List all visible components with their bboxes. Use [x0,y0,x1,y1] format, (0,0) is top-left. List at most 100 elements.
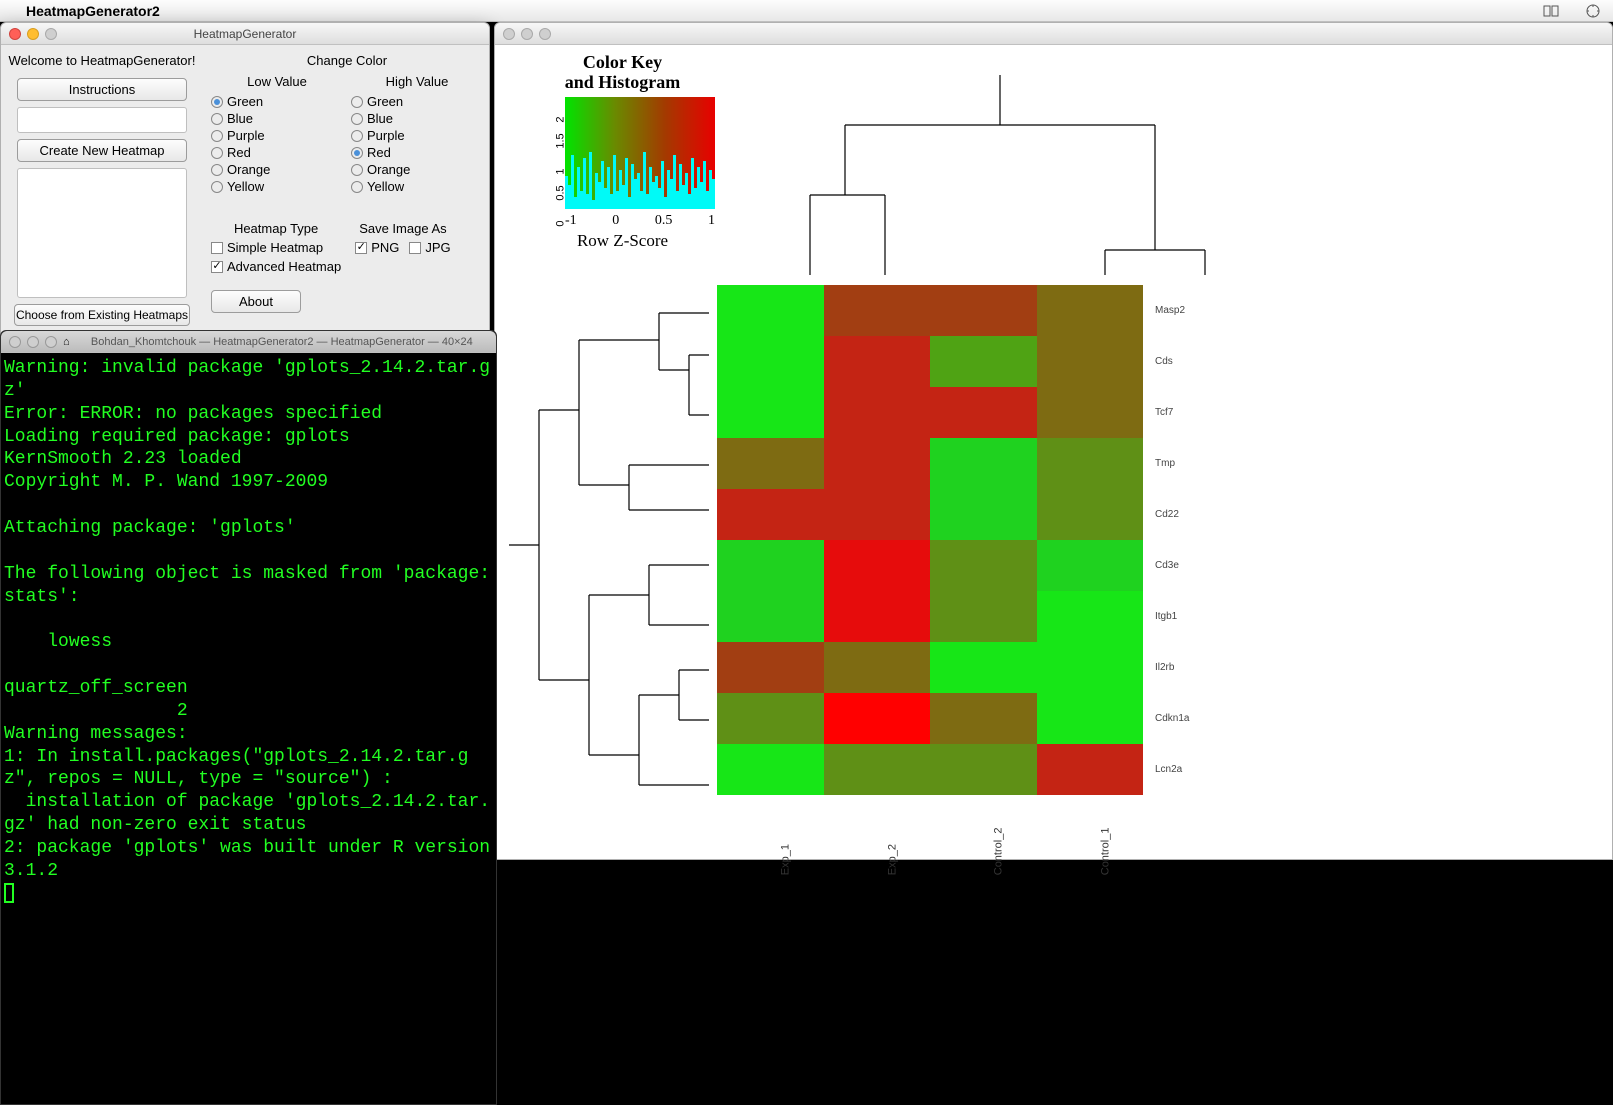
plot-minimize-icon[interactable] [521,28,533,40]
colorkey-xtick: 0 [612,213,619,229]
heatmap-cell [824,438,931,489]
high-green-label: Green [367,94,403,109]
heatmap-cell [824,336,931,387]
heatmap-list[interactable] [17,168,187,298]
heatmap-col-label: Exp_2 [856,769,898,876]
heatmap-row-label: Itgb1 [1151,591,1189,642]
heatmap-cell [717,387,824,438]
terminal-output[interactable]: Warning: invalid package 'gplots_2.14.2.… [1,353,496,915]
high-red-label: Red [367,145,391,160]
tray-icon-1[interactable] [1543,3,1559,19]
low-yellow-radio[interactable]: Yellow [211,178,343,195]
radio-icon [351,130,363,142]
radio-icon [351,147,363,159]
filename-input[interactable] [17,107,187,133]
heatmap-cell [717,438,824,489]
high-purple-label: Purple [367,128,405,143]
save-as-group: Save Image As PNG JPG [355,221,450,274]
color-key: Color Key and Histogram Count 21.510.50 … [525,53,720,251]
heatmap-cell [824,591,931,642]
low-blue-radio[interactable]: Blue [211,110,343,127]
heatmap-cell [930,642,1037,693]
high-yellow-radio[interactable]: Yellow [351,178,483,195]
high-orange-radio[interactable]: Orange [351,161,483,178]
low-yellow-label: Yellow [227,179,264,194]
tray-icon-2[interactable] [1585,3,1601,19]
heatmap-row-label: Cd22 [1151,489,1189,540]
plot-close-icon[interactable] [503,28,515,40]
term-zoom-icon[interactable] [45,336,57,348]
heatmap-cell [930,438,1037,489]
welcome-label: Welcome to HeatmapGenerator! [9,53,196,68]
heatmap-cell [930,540,1037,591]
heatmap-cell [930,387,1037,438]
high-green-radio[interactable]: Green [351,93,483,110]
instructions-button[interactable]: Instructions [17,78,187,101]
high-red-radio[interactable]: Red [351,144,483,161]
heatmap-cell [824,387,931,438]
radio-icon [211,130,223,142]
heatmap-cell [1037,285,1144,336]
terminal-title: Bohdan_Khomtchouk — HeatmapGenerator2 — … [76,336,488,348]
minimize-icon[interactable] [27,28,39,40]
plot-area: Color Key and Histogram Count 21.510.50 … [495,45,1612,859]
radio-icon [351,113,363,125]
plot-titlebar[interactable] [495,23,1612,45]
window-titlebar[interactable]: HeatmapGenerator [1,23,489,45]
terminal-titlebar[interactable]: ⌂ Bohdan_Khomtchouk — HeatmapGenerator2 … [1,331,496,353]
column-dendrogram [785,75,1215,275]
heatmap-cell [930,693,1037,744]
heatmap-row-label: Tmp [1151,438,1189,489]
advanced-heatmap-label: Advanced Heatmap [227,259,341,274]
heatmap-cell [1037,693,1144,744]
png-label: PNG [371,240,399,255]
low-red-radio[interactable]: Red [211,144,343,161]
low-purple-radio[interactable]: Purple [211,127,343,144]
choose-existing-button[interactable]: Choose from Existing Heatmaps [14,304,190,326]
term-minimize-icon[interactable] [27,336,39,348]
heatmap-col-label: Control_1 [1069,769,1111,876]
heatmap-cell [717,591,824,642]
png-checkbox[interactable]: PNG [355,240,399,255]
high-yellow-label: Yellow [367,179,404,194]
active-app-name[interactable]: HeatmapGenerator2 [26,3,160,19]
simple-heatmap-label: Simple Heatmap [227,240,323,255]
heatmap-row-label: Tcf7 [1151,387,1189,438]
heatmap-cell [1037,336,1144,387]
heatmap-cell [1037,540,1144,591]
heatmap-cell [717,693,824,744]
heatmap-row-label: Cds [1151,336,1189,387]
heatmap-cell [824,642,931,693]
simple-heatmap-checkbox[interactable]: Simple Heatmap [211,240,341,255]
high-purple-radio[interactable]: Purple [351,127,483,144]
heatmap-cell [717,540,824,591]
create-heatmap-button[interactable]: Create New Heatmap [17,139,187,162]
jpg-checkbox[interactable]: JPG [409,240,450,255]
heatmap-row-label: Masp2 [1151,285,1189,336]
radio-icon [211,113,223,125]
low-green-radio[interactable]: Green [211,93,343,110]
heatmap-cell [824,285,931,336]
high-blue-radio[interactable]: Blue [351,110,483,127]
heatmap-cell [1037,489,1144,540]
window-traffic-lights[interactable] [9,28,57,40]
radio-icon [211,96,223,108]
heatmap-cell [824,693,931,744]
heatmap-cell [1037,642,1144,693]
heatmap-cell [930,591,1037,642]
low-orange-radio[interactable]: Orange [211,161,343,178]
zoom-icon[interactable] [45,28,57,40]
heatmap-cell [930,489,1037,540]
close-icon[interactable] [9,28,21,40]
about-button[interactable]: About [211,290,301,313]
radio-icon [351,181,363,193]
colorkey-ytick: 0 [555,211,567,226]
plot-zoom-icon[interactable] [539,28,551,40]
term-close-icon[interactable] [9,336,21,348]
heatmap-cell [1037,387,1144,438]
save-as-header: Save Image As [355,221,450,236]
heatmap-cell [717,642,824,693]
window-title: HeatmapGenerator [63,27,427,41]
advanced-heatmap-checkbox[interactable]: Advanced Heatmap [211,259,341,274]
radio-icon [351,164,363,176]
